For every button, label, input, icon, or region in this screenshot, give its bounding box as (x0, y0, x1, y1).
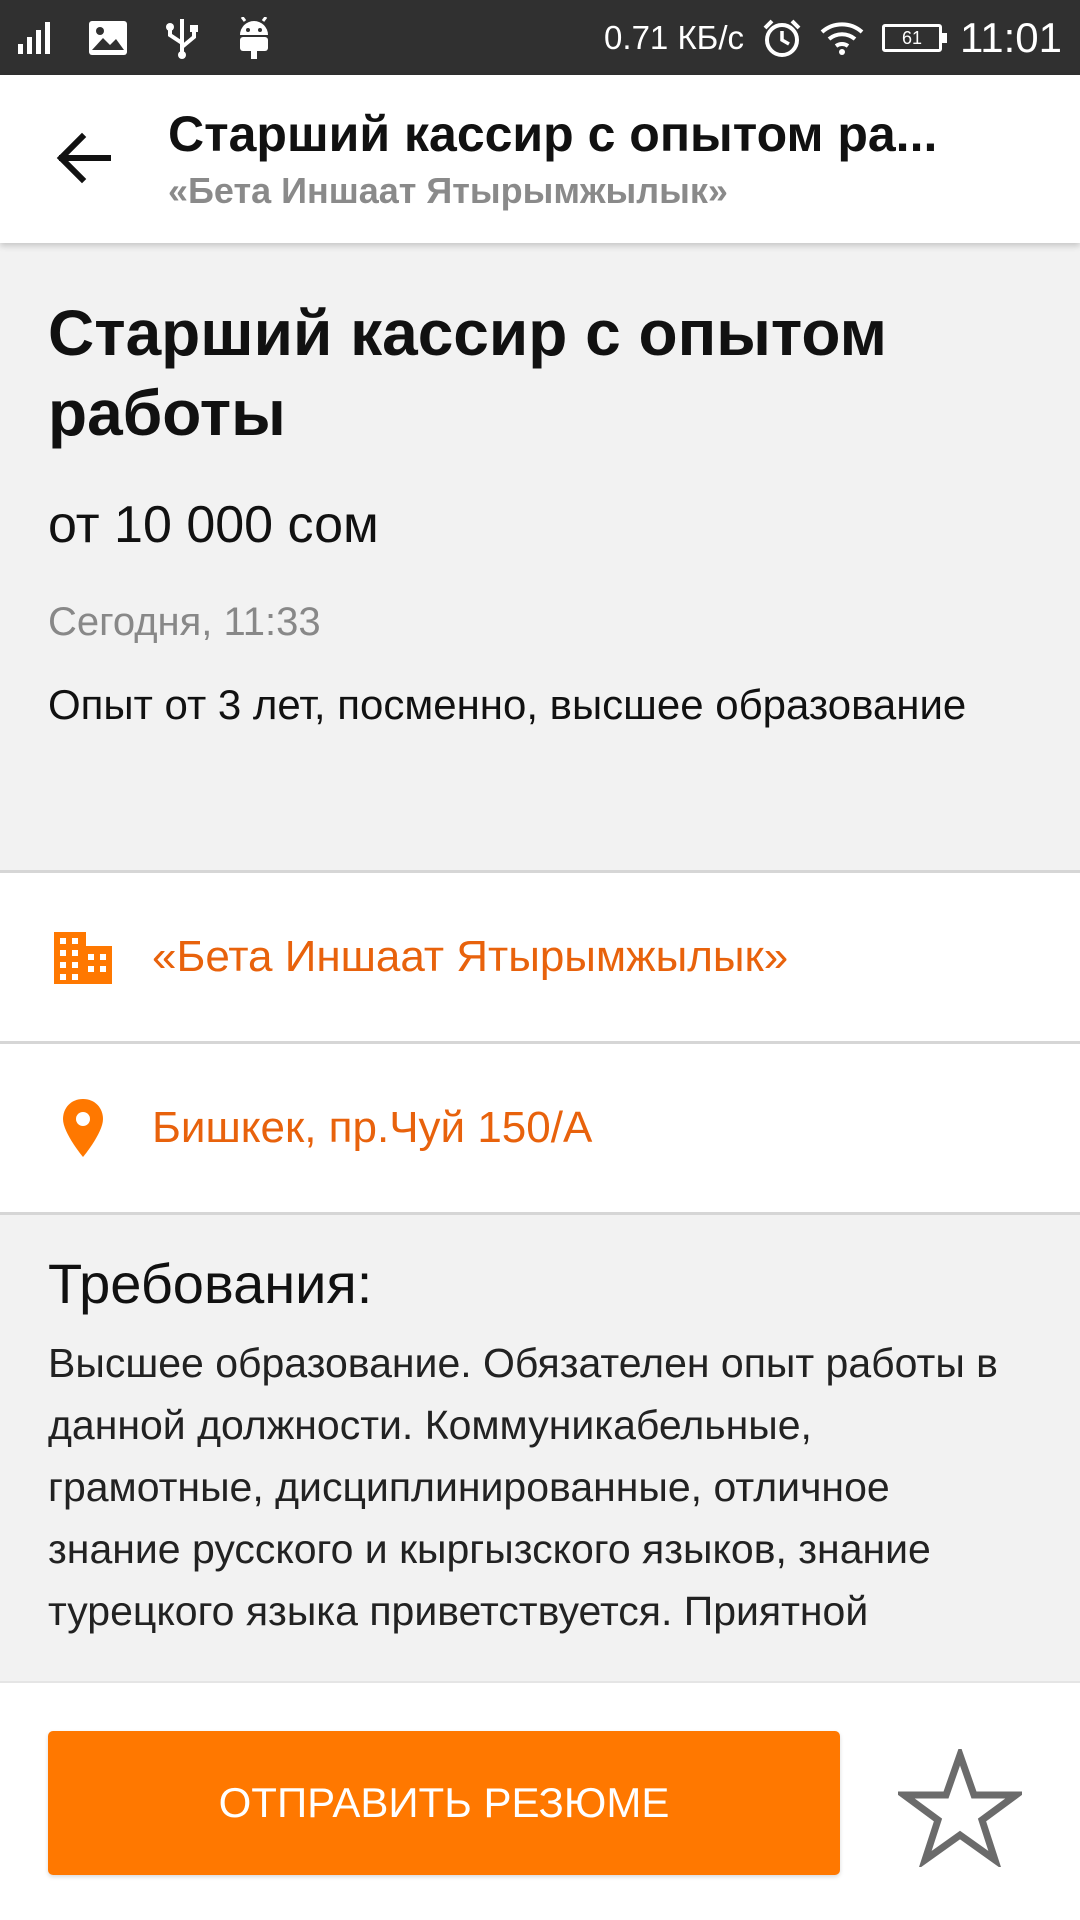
building-icon (54, 932, 112, 984)
company-name: «Бета Иншаат Ятырымжылык» (152, 932, 789, 981)
requirements-heading: Требования: (48, 1252, 373, 1315)
location-row[interactable]: Бишкек, пр.Чуй 150/А (0, 1044, 1080, 1212)
location-pin-icon (63, 1099, 103, 1157)
signal-icon (18, 21, 50, 54)
page-title: Старший кассир с опытом ра... (168, 106, 938, 162)
requirements-text: Высшее образование. Обязателен опыт рабо… (48, 1340, 998, 1634)
location-address: Бишкек, пр.Чуй 150/А (152, 1103, 593, 1152)
company-row[interactable]: «Бета Иншаат Ятырымжылык» (0, 873, 1080, 1041)
star-outline-icon[interactable] (898, 1749, 1022, 1867)
android-icon (240, 16, 268, 59)
battery-indicator: 61 (882, 23, 947, 52)
wifi-icon (820, 21, 864, 55)
page-subtitle: «Бета Иншаат Ятырымжылык» (168, 170, 728, 211)
status-icons-right: 0.71 КБ/с 61 11:01 (586, 14, 1062, 62)
vacancy-salary: от 10 000 сом (48, 496, 379, 554)
vacancy-content[interactable]: Старший кассир с опытом работы от 10 000… (0, 243, 1080, 1681)
status-bar: 0.71 КБ/с 61 11:01 (0, 0, 1080, 75)
vacancy-header: Старший кассир с опытом работы от 10 000… (0, 243, 1080, 870)
status-icons-left (18, 16, 306, 59)
requirements-section: Требования: Высшее образование. Обязател… (0, 1215, 1080, 1642)
alarm-icon (763, 19, 801, 57)
image-icon (89, 20, 127, 55)
vacancy-summary: Опыт от 3 лет, посменно, высшее образова… (48, 681, 967, 728)
usb-icon (166, 18, 198, 59)
app-bar: Старший кассир с опытом ра... «Бета Инша… (0, 75, 1080, 243)
network-speed: 0.71 КБ/с (604, 18, 744, 56)
status-time: 11:01 (960, 13, 1062, 61)
vacancy-title: Старший кассир с опытом работы (48, 297, 887, 449)
bottom-action-bar: ОТПРАВИТЬ РЕЗЮМЕ (0, 1681, 1080, 1920)
send-resume-button[interactable]: ОТПРАВИТЬ РЕЗЮМЕ (48, 1731, 840, 1875)
back-arrow-icon[interactable] (52, 125, 118, 191)
vacancy-posted-date: Сегодня, 11:33 (48, 600, 321, 644)
